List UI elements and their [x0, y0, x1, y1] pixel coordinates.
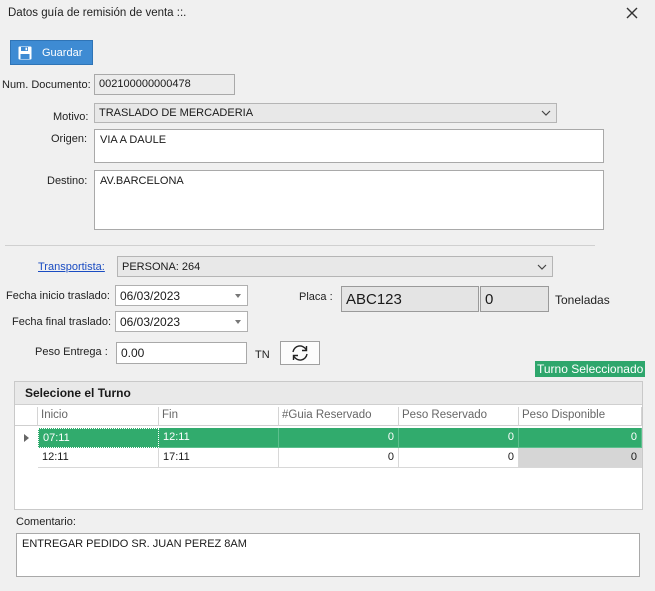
- fecha-final-picker[interactable]: 06/03/2023: [115, 311, 248, 332]
- save-button[interactable]: Guardar: [10, 40, 93, 65]
- placa-field: ABC123: [341, 286, 479, 312]
- transportista-link[interactable]: Transportista:: [38, 261, 105, 273]
- dropdown-arrow-icon: [235, 319, 241, 324]
- turno-status-badge: Turno Seleccionado: [535, 361, 646, 377]
- cell-peso-disponible[interactable]: 0: [519, 448, 642, 468]
- cell-inicio[interactable]: 07:11: [38, 428, 159, 448]
- toneladas-field: 0: [480, 286, 549, 312]
- destino-label: Destino:: [47, 175, 88, 187]
- motivo-value: TRASLADO DE MERCADERIA: [99, 107, 254, 119]
- floppy-disk-icon: [18, 46, 32, 60]
- motivo-label: Motivo:: [53, 111, 89, 123]
- cell-peso-reservado[interactable]: 0: [399, 448, 519, 468]
- fecha-inicio-picker[interactable]: 06/03/2023: [115, 285, 248, 306]
- chevron-down-icon: [540, 107, 552, 119]
- peso-entrega-label: Peso Entrega :: [35, 346, 108, 358]
- grid-title: Selecione el Turno: [15, 382, 642, 405]
- num-doc-label: Num. Documento:: [2, 79, 91, 91]
- toneladas-label: Toneladas: [555, 293, 610, 307]
- cell-peso-disponible[interactable]: 0: [519, 428, 642, 448]
- col-header-fin[interactable]: Fin: [159, 407, 279, 426]
- origen-label: Origen:: [51, 133, 88, 145]
- save-button-label: Guardar: [42, 46, 83, 59]
- peso-unit-label: TN: [255, 349, 270, 361]
- fecha-inicio-value: 06/03/2023: [120, 288, 181, 303]
- cell-inicio[interactable]: 12:11: [38, 448, 159, 468]
- close-button[interactable]: [622, 2, 642, 24]
- section-divider: [5, 245, 595, 246]
- col-header-guia-reservado[interactable]: #Guia Reservado: [279, 407, 399, 426]
- origen-field[interactable]: VIA A DAULE: [94, 129, 604, 163]
- fecha-inicio-label: Fecha inicio traslado:: [6, 290, 110, 302]
- row-indicator-arrow-icon: [15, 428, 38, 448]
- cell-fin[interactable]: 17:11: [159, 448, 279, 468]
- row-indicator-header: [15, 407, 38, 426]
- peso-entrega-input[interactable]: 0.00: [116, 342, 247, 364]
- comentario-field[interactable]: ENTREGAR PEDIDO SR. JUAN PEREZ 8AM: [16, 533, 640, 577]
- motivo-select[interactable]: TRASLADO DE MERCADERIA: [94, 103, 557, 123]
- dropdown-arrow-icon: [235, 293, 241, 298]
- fecha-final-label: Fecha final traslado:: [12, 316, 112, 328]
- col-header-peso-disponible[interactable]: Peso Disponible: [519, 407, 642, 426]
- cell-peso-reservado[interactable]: 0: [399, 428, 519, 448]
- refresh-icon: [292, 345, 308, 361]
- cell-guia-reservado[interactable]: 0: [279, 428, 399, 448]
- chevron-down-icon: [536, 261, 548, 273]
- transportista-select[interactable]: PERSONA: 264: [117, 256, 553, 277]
- window-title: Datos guía de remisión de venta ::.: [8, 7, 187, 19]
- comentario-label: Comentario:: [16, 516, 76, 528]
- refresh-button[interactable]: [280, 341, 320, 365]
- num-doc-field: 002100000000478: [94, 74, 235, 95]
- turno-grid-panel: Selecione el Turno Inicio Fin #Guia Rese…: [14, 381, 643, 510]
- col-header-inicio[interactable]: Inicio: [38, 407, 159, 426]
- transportista-value: PERSONA: 264: [122, 260, 201, 273]
- cell-guia-reservado[interactable]: 0: [279, 448, 399, 468]
- placa-label: Placa :: [299, 291, 333, 303]
- destino-field[interactable]: AV.BARCELONA: [94, 170, 604, 230]
- cell-fin[interactable]: 12:11: [159, 428, 279, 448]
- fecha-final-value: 06/03/2023: [120, 314, 181, 329]
- close-icon: [626, 7, 638, 19]
- col-header-peso-reservado[interactable]: Peso Reservado: [399, 407, 519, 426]
